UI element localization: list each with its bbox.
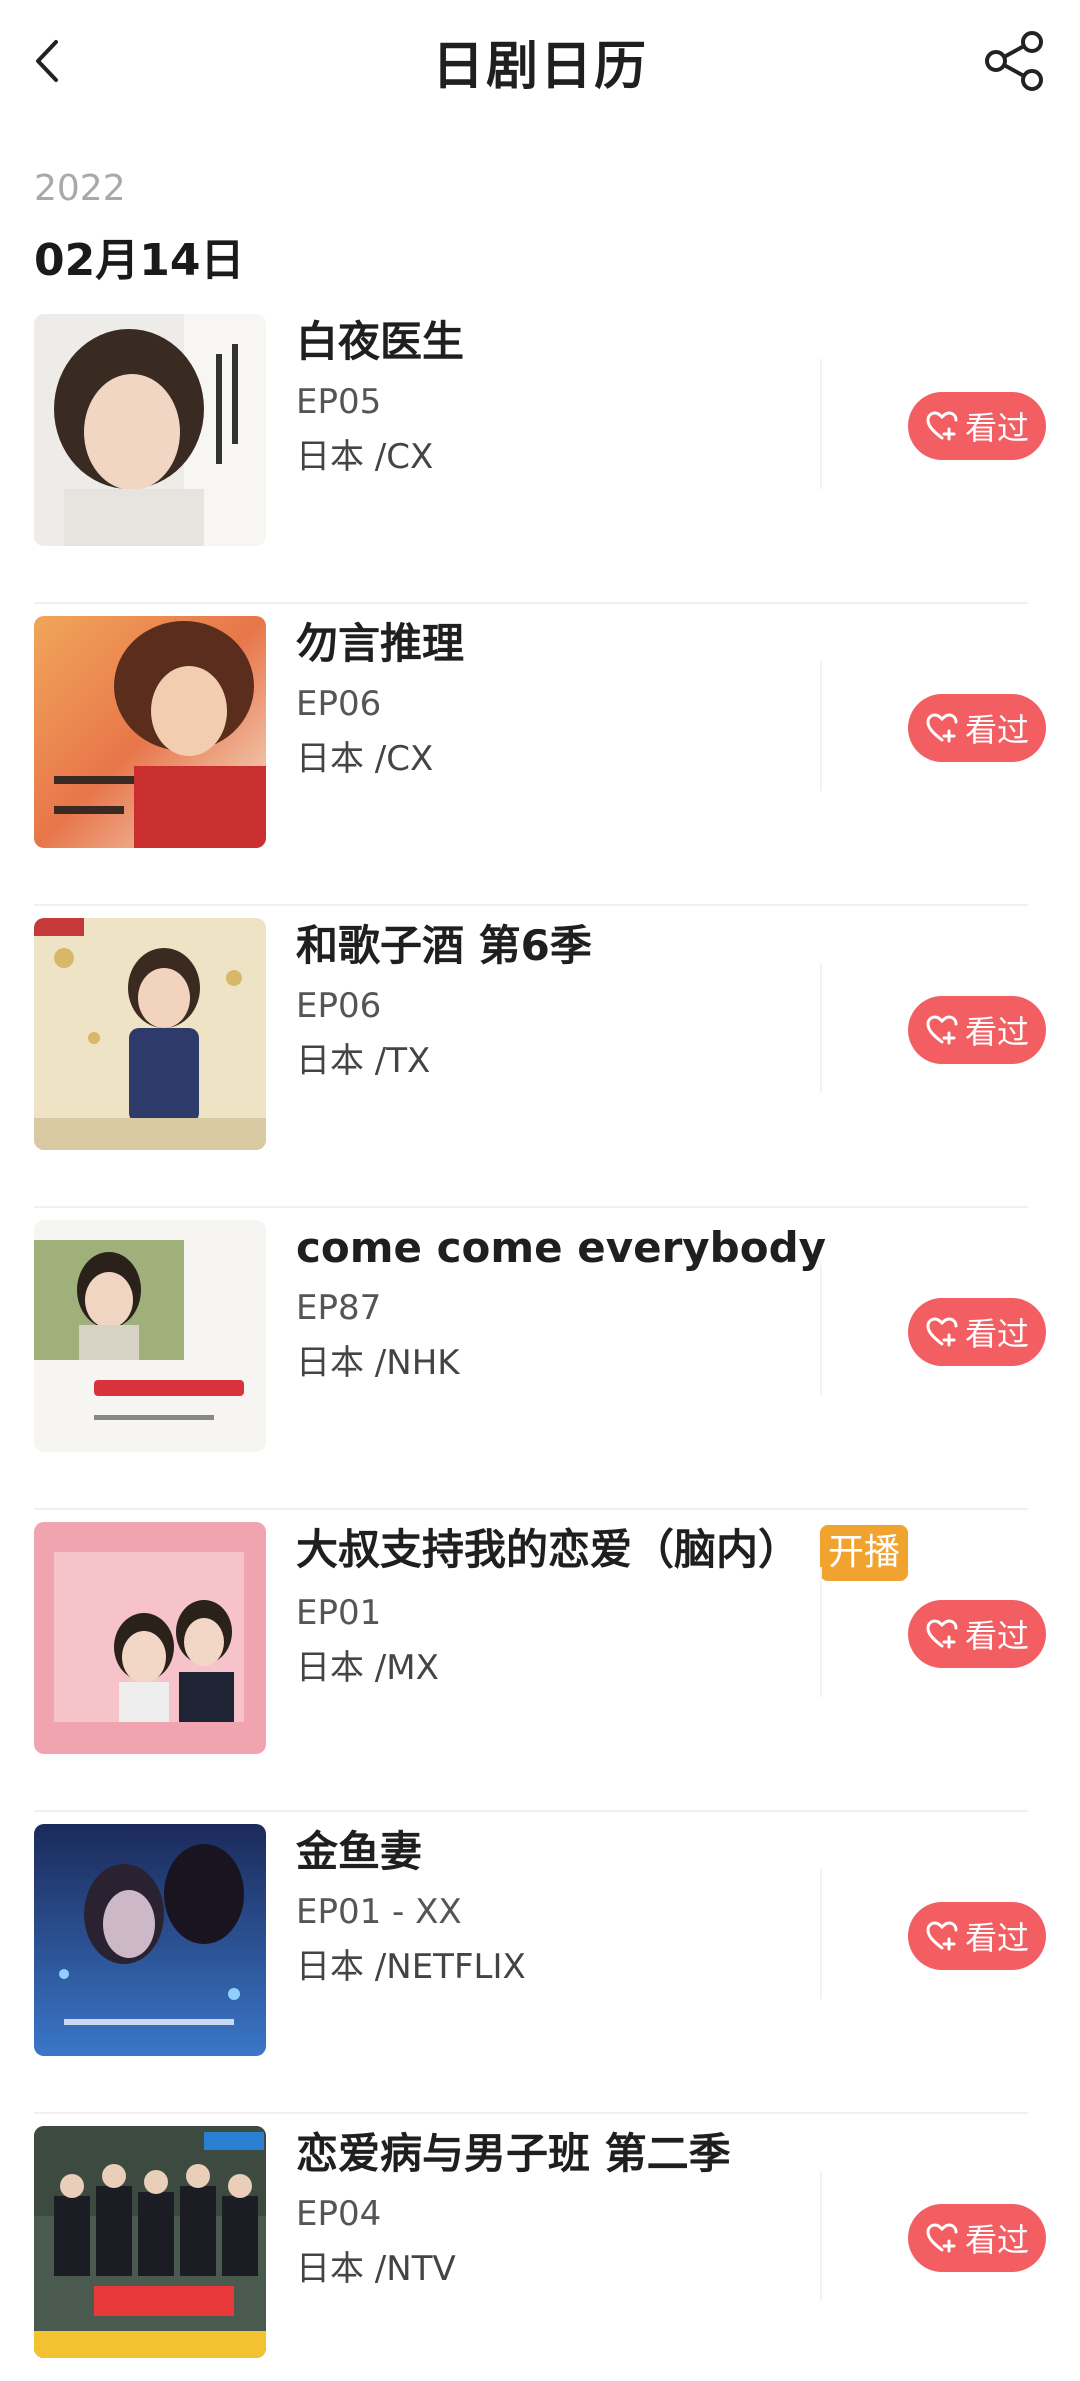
show-info: 金鱼妻 EP01 - XX 日本 /NETFLIX [296,1824,856,1990]
network-label: 日本 /NETFLIX [296,1947,526,1987]
show-info: 恋爱病与男子班 第二季 EP04 日本 /NTV [296,2126,856,2292]
watched-button-label: 看过 [964,1315,1029,1353]
watched-button[interactable]: 看过 [908,1298,1046,1366]
top-bar: 日剧日历 [0,0,1080,130]
list-item[interactable]: 金鱼妻 EP01 - XX 日本 /NETFLIX 看过 [0,1814,1080,2114]
network-label: 日本 /MX [296,1647,439,1688]
separator [820,661,822,791]
episode-label: EP05 [296,382,382,422]
show-info: 勿言推理 EP06 日本 /CX [296,616,856,782]
show-title-row: 大叔支持我的恋爱（脑内） 开播 [296,1522,909,1581]
watched-button-label: 看过 [964,1013,1029,1051]
poster-image[interactable] [34,1522,266,1754]
network-label: 日本 /CX [296,437,434,477]
show-info: 大叔支持我的恋爱（脑内） 开播 EP01 日本 /MX [296,1522,909,1691]
poster-image[interactable] [34,1824,266,2056]
watched-button[interactable]: 看过 [908,2204,1046,2272]
date-heading: 02月14日 [34,235,245,286]
show-title: 白夜医生 [296,317,465,366]
episode-label: EP01 - XX [296,1892,462,1932]
list-item[interactable]: come come everybody EP87 日本 /NHK 看过 [0,1210,1080,1510]
separator [820,1869,822,1999]
share-button[interactable] [980,26,1050,96]
watched-button-label: 看过 [964,711,1029,749]
divider [34,1206,1028,1208]
show-title: come come everybody [296,1223,827,1272]
watched-button[interactable]: 看过 [908,1600,1046,1668]
list-item[interactable]: 勿言推理 EP06 日本 /CX 看过 [0,606,1080,906]
watched-button-label: 看过 [964,2221,1029,2259]
divider [34,1508,1028,1510]
episode-label: EP87 [296,1288,382,1328]
watched-button-label: 看过 [964,1617,1029,1655]
divider [34,904,1028,906]
show-info: 和歌子酒 第6季 EP06 日本 /TX [296,918,856,1084]
list-item[interactable]: 大叔支持我的恋爱（脑内） 开播 EP01 日本 /MX 看过 [0,1512,1080,1812]
poster-image[interactable] [34,2126,266,2358]
heart-plus-icon [926,1921,958,1951]
heart-plus-icon [926,713,958,743]
watched-button[interactable]: 看过 [908,694,1046,762]
show-info: come come everybody EP87 日本 /NHK [296,1220,856,1386]
network-label: 日本 /NTV [296,2249,456,2289]
page-title: 日剧日历 [431,37,648,97]
poster-image[interactable] [34,314,266,546]
show-title: 恋爱病与男子班 第二季 [296,2129,731,2178]
year-label: 2022 [34,168,126,209]
episode-label: EP06 [296,684,382,724]
heart-plus-icon [926,2223,958,2253]
watched-button-label: 看过 [964,409,1029,447]
divider [34,602,1028,604]
heart-plus-icon [926,1619,958,1649]
heart-plus-icon [926,1015,958,1045]
list-item[interactable]: 白夜医生 EP05 日本 /CX 看过 [0,304,1080,604]
divider [34,2112,1028,2114]
heart-plus-icon [926,1317,958,1347]
episode-label: EP06 [296,986,382,1026]
separator [820,359,822,489]
poster-image[interactable] [34,918,266,1150]
episode-label: EP01 [296,1592,382,1633]
share-icon [985,31,1043,91]
show-info: 白夜医生 EP05 日本 /CX [296,314,856,480]
watched-button[interactable]: 看过 [908,392,1046,460]
network-label: 日本 /NHK [296,1343,460,1383]
heart-plus-icon [926,411,958,441]
watched-button[interactable]: 看过 [908,1902,1046,1970]
separator [820,963,822,1093]
show-title: 勿言推理 [296,619,465,668]
separator [820,2171,822,2301]
list-item[interactable]: 和歌子酒 第6季 EP06 日本 /TX 看过 [0,908,1080,1208]
show-title: 大叔支持我的恋爱（脑内） [296,1525,801,1574]
divider [34,1810,1028,1812]
episode-label: EP04 [296,2194,382,2234]
watched-button[interactable]: 看过 [908,996,1046,1064]
poster-image[interactable] [34,1220,266,1452]
separator [820,1567,822,1697]
show-title: 和歌子酒 第6季 [296,921,592,970]
poster-image[interactable] [34,616,266,848]
show-title: 金鱼妻 [296,1827,423,1876]
separator [820,1265,822,1395]
premiere-badge: 开播 [820,1524,909,1581]
watched-button-label: 看过 [964,1919,1029,1957]
list-item[interactable]: 恋爱病与男子班 第二季 EP04 日本 /NTV 看过 [0,2116,1080,2381]
network-label: 日本 /CX [296,739,434,779]
network-label: 日本 /TX [296,1041,431,1081]
